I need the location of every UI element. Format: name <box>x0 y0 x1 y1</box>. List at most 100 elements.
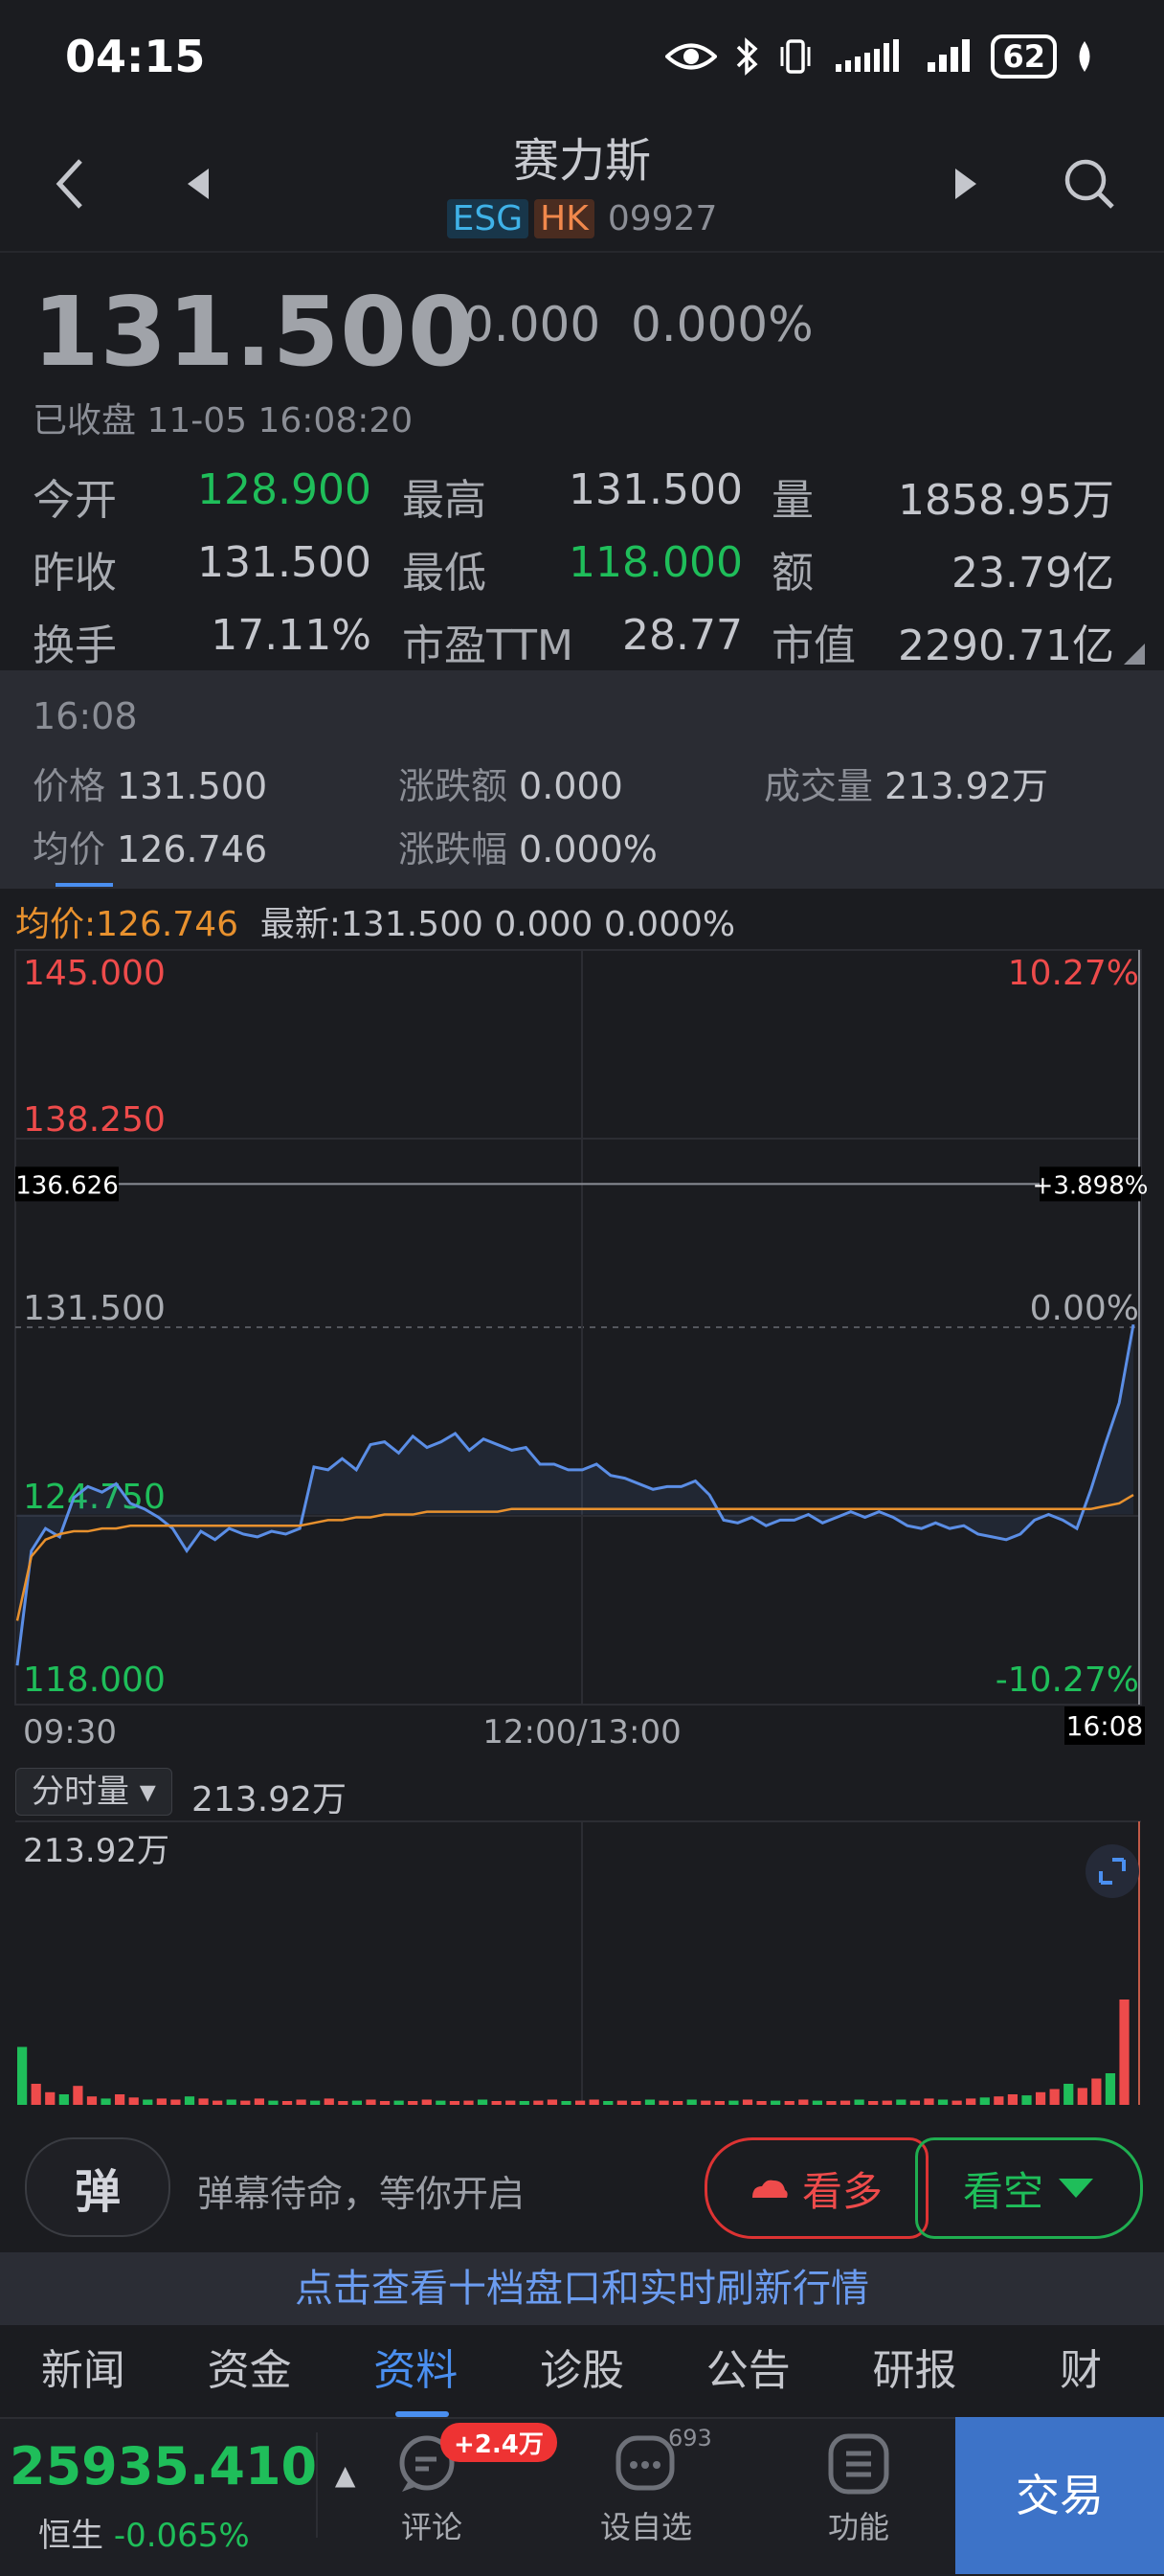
volume-bar <box>1049 2089 1060 2105</box>
tab-item[interactable]: 资金 <box>167 2325 333 2417</box>
volume-bar <box>575 2100 586 2105</box>
volume-bar <box>338 2101 348 2105</box>
volume-bar <box>659 2100 669 2105</box>
volume-bar <box>589 2099 599 2105</box>
volume-chart[interactable]: 213.92万 <box>0 1819 1164 2107</box>
vibrate-icon <box>780 39 811 74</box>
detail-chg-pct-value: 0.000% <box>519 828 658 870</box>
volume-bar <box>882 2100 892 2105</box>
stat-label: 最高 <box>402 476 486 525</box>
cloud-up-icon <box>751 2180 788 2198</box>
tab-item[interactable]: 公告 <box>665 2325 832 2417</box>
volume-bar <box>86 2096 98 2105</box>
volume-bar <box>631 2101 641 2105</box>
detail-avg-label: 均价 <box>33 828 106 870</box>
y-tick-label-right: -10.27% <box>996 1661 1139 1700</box>
volume-bar <box>213 2100 223 2105</box>
level2-banner[interactable]: 点击查看十档盘口和实时刷新行情 <box>0 2252 1164 2325</box>
eye-icon <box>665 43 718 70</box>
volume-bar <box>994 2096 1004 2105</box>
volume-bar <box>547 2099 558 2105</box>
volume-bar <box>533 2100 544 2105</box>
detail-chg-pct-label: 涨跌幅 <box>398 828 508 870</box>
x-tick-label: 12:00/13:00 <box>482 1713 681 1751</box>
trade-button[interactable]: 交易 <box>955 2417 1164 2574</box>
volume-bar <box>101 2098 111 2105</box>
volume-bar <box>351 2100 363 2105</box>
detail-price-value: 131.500 <box>117 765 268 807</box>
tab-item[interactable]: 财 <box>997 2325 1164 2417</box>
volume-bar <box>310 2100 321 2105</box>
danmu-hint: 弹幕待命，等你开启 <box>197 2173 526 2215</box>
index-arrow-icon: ▲ <box>334 2459 356 2491</box>
volume-bar <box>951 2100 962 2105</box>
bearish-button[interactable]: 看空 <box>915 2137 1143 2239</box>
bullish-button[interactable]: 看多 <box>705 2137 929 2239</box>
stock-title: 赛力斯 <box>512 134 651 188</box>
volume-bar <box>198 2098 209 2105</box>
stat-value: 28.77 <box>622 611 743 660</box>
bluetooth-icon <box>737 37 759 76</box>
stat-label: 量 <box>772 476 814 525</box>
detail-avg: 均价 126.746 <box>33 820 267 872</box>
vol-max-label: 213.92万 <box>23 1832 169 1870</box>
volume-bar <box>673 2101 683 2105</box>
volume-bar <box>1119 2000 1130 2105</box>
expand-corner-icon[interactable] <box>1122 642 1147 667</box>
index-value[interactable]: 25935.410 ▲ <box>10 2436 355 2497</box>
volume-bar <box>798 2099 809 2105</box>
volume-bar <box>1063 2084 1074 2105</box>
tab-item[interactable]: 资料 <box>332 2325 499 2417</box>
watchlist-label: 设自选 <box>599 2509 692 2545</box>
y-tick-label: 145.000 <box>23 954 166 993</box>
volume-bar <box>281 2101 293 2105</box>
volume-selector[interactable]: 分时量 ▾ <box>15 1768 172 1816</box>
esg-tag[interactable]: ESG <box>446 199 529 238</box>
tab-item[interactable]: 研报 <box>832 2325 998 2417</box>
search-icon[interactable] <box>1063 157 1116 211</box>
volume-selector-label: 分时量 <box>32 1773 129 1811</box>
function-button[interactable]: 功能 <box>787 2432 930 2547</box>
crosshair-pct-label: +3.898% <box>1033 1171 1149 1200</box>
volume-bar <box>909 2100 921 2105</box>
volume-bar <box>240 2100 251 2105</box>
bearish-label: 看空 <box>962 2167 1043 2215</box>
next-stock-icon[interactable] <box>951 165 980 203</box>
change-percent: 0.000% <box>630 297 814 352</box>
volume-bar <box>226 2099 236 2105</box>
volume-bar <box>324 2098 334 2105</box>
comment-label: 评论 <box>400 2509 462 2545</box>
stat-value: 131.500 <box>569 465 743 514</box>
volume-bar <box>784 2101 795 2105</box>
volume-bar <box>1007 2094 1018 2105</box>
crosshair-price-label: 136.626 <box>15 1171 119 1200</box>
price-change: 0.000 0.000% <box>463 297 814 352</box>
market-status: 已收盘 11-05 16:08:20 <box>33 401 414 441</box>
detail-time: 16:08 <box>33 695 138 737</box>
volume-bar <box>1091 2078 1102 2105</box>
stat-label: 换手 <box>33 621 117 670</box>
danmu-icon: 弹 <box>74 2165 121 2219</box>
volume-bar <box>366 2099 376 2105</box>
volume-bar <box>449 2101 460 2105</box>
signal-icon-2 <box>928 39 971 72</box>
stat-value: 128.900 <box>197 465 371 514</box>
volume-bar <box>31 2084 41 2105</box>
signal-icon <box>836 39 900 72</box>
volume-bar <box>156 2098 167 2105</box>
intraday-chart[interactable]: 145.000138.250131.500124.750118.00010.27… <box>0 938 1164 1762</box>
tab-item[interactable]: 诊股 <box>499 2325 665 2417</box>
y-tick-label-right: 10.27% <box>1008 954 1139 993</box>
arrow-down-icon <box>1059 2179 1093 2198</box>
x-tick-label: 16:08 <box>1066 1710 1144 1742</box>
volume-bar <box>966 2098 976 2105</box>
y-tick-label: 131.500 <box>23 1289 166 1328</box>
info-tabs: 新闻 资金 资料 诊股 公告 研报财 <box>0 2325 1164 2417</box>
y-tick-label: 138.250 <box>23 1100 166 1140</box>
volume-bar <box>393 2100 404 2105</box>
volume-bar <box>937 2099 949 2105</box>
tab-item[interactable]: 新闻 <box>0 2325 167 2417</box>
volume-bar <box>128 2097 139 2105</box>
danmu-toggle-button[interactable]: 弹 <box>25 2137 170 2237</box>
bullish-label: 看多 <box>801 2167 883 2215</box>
